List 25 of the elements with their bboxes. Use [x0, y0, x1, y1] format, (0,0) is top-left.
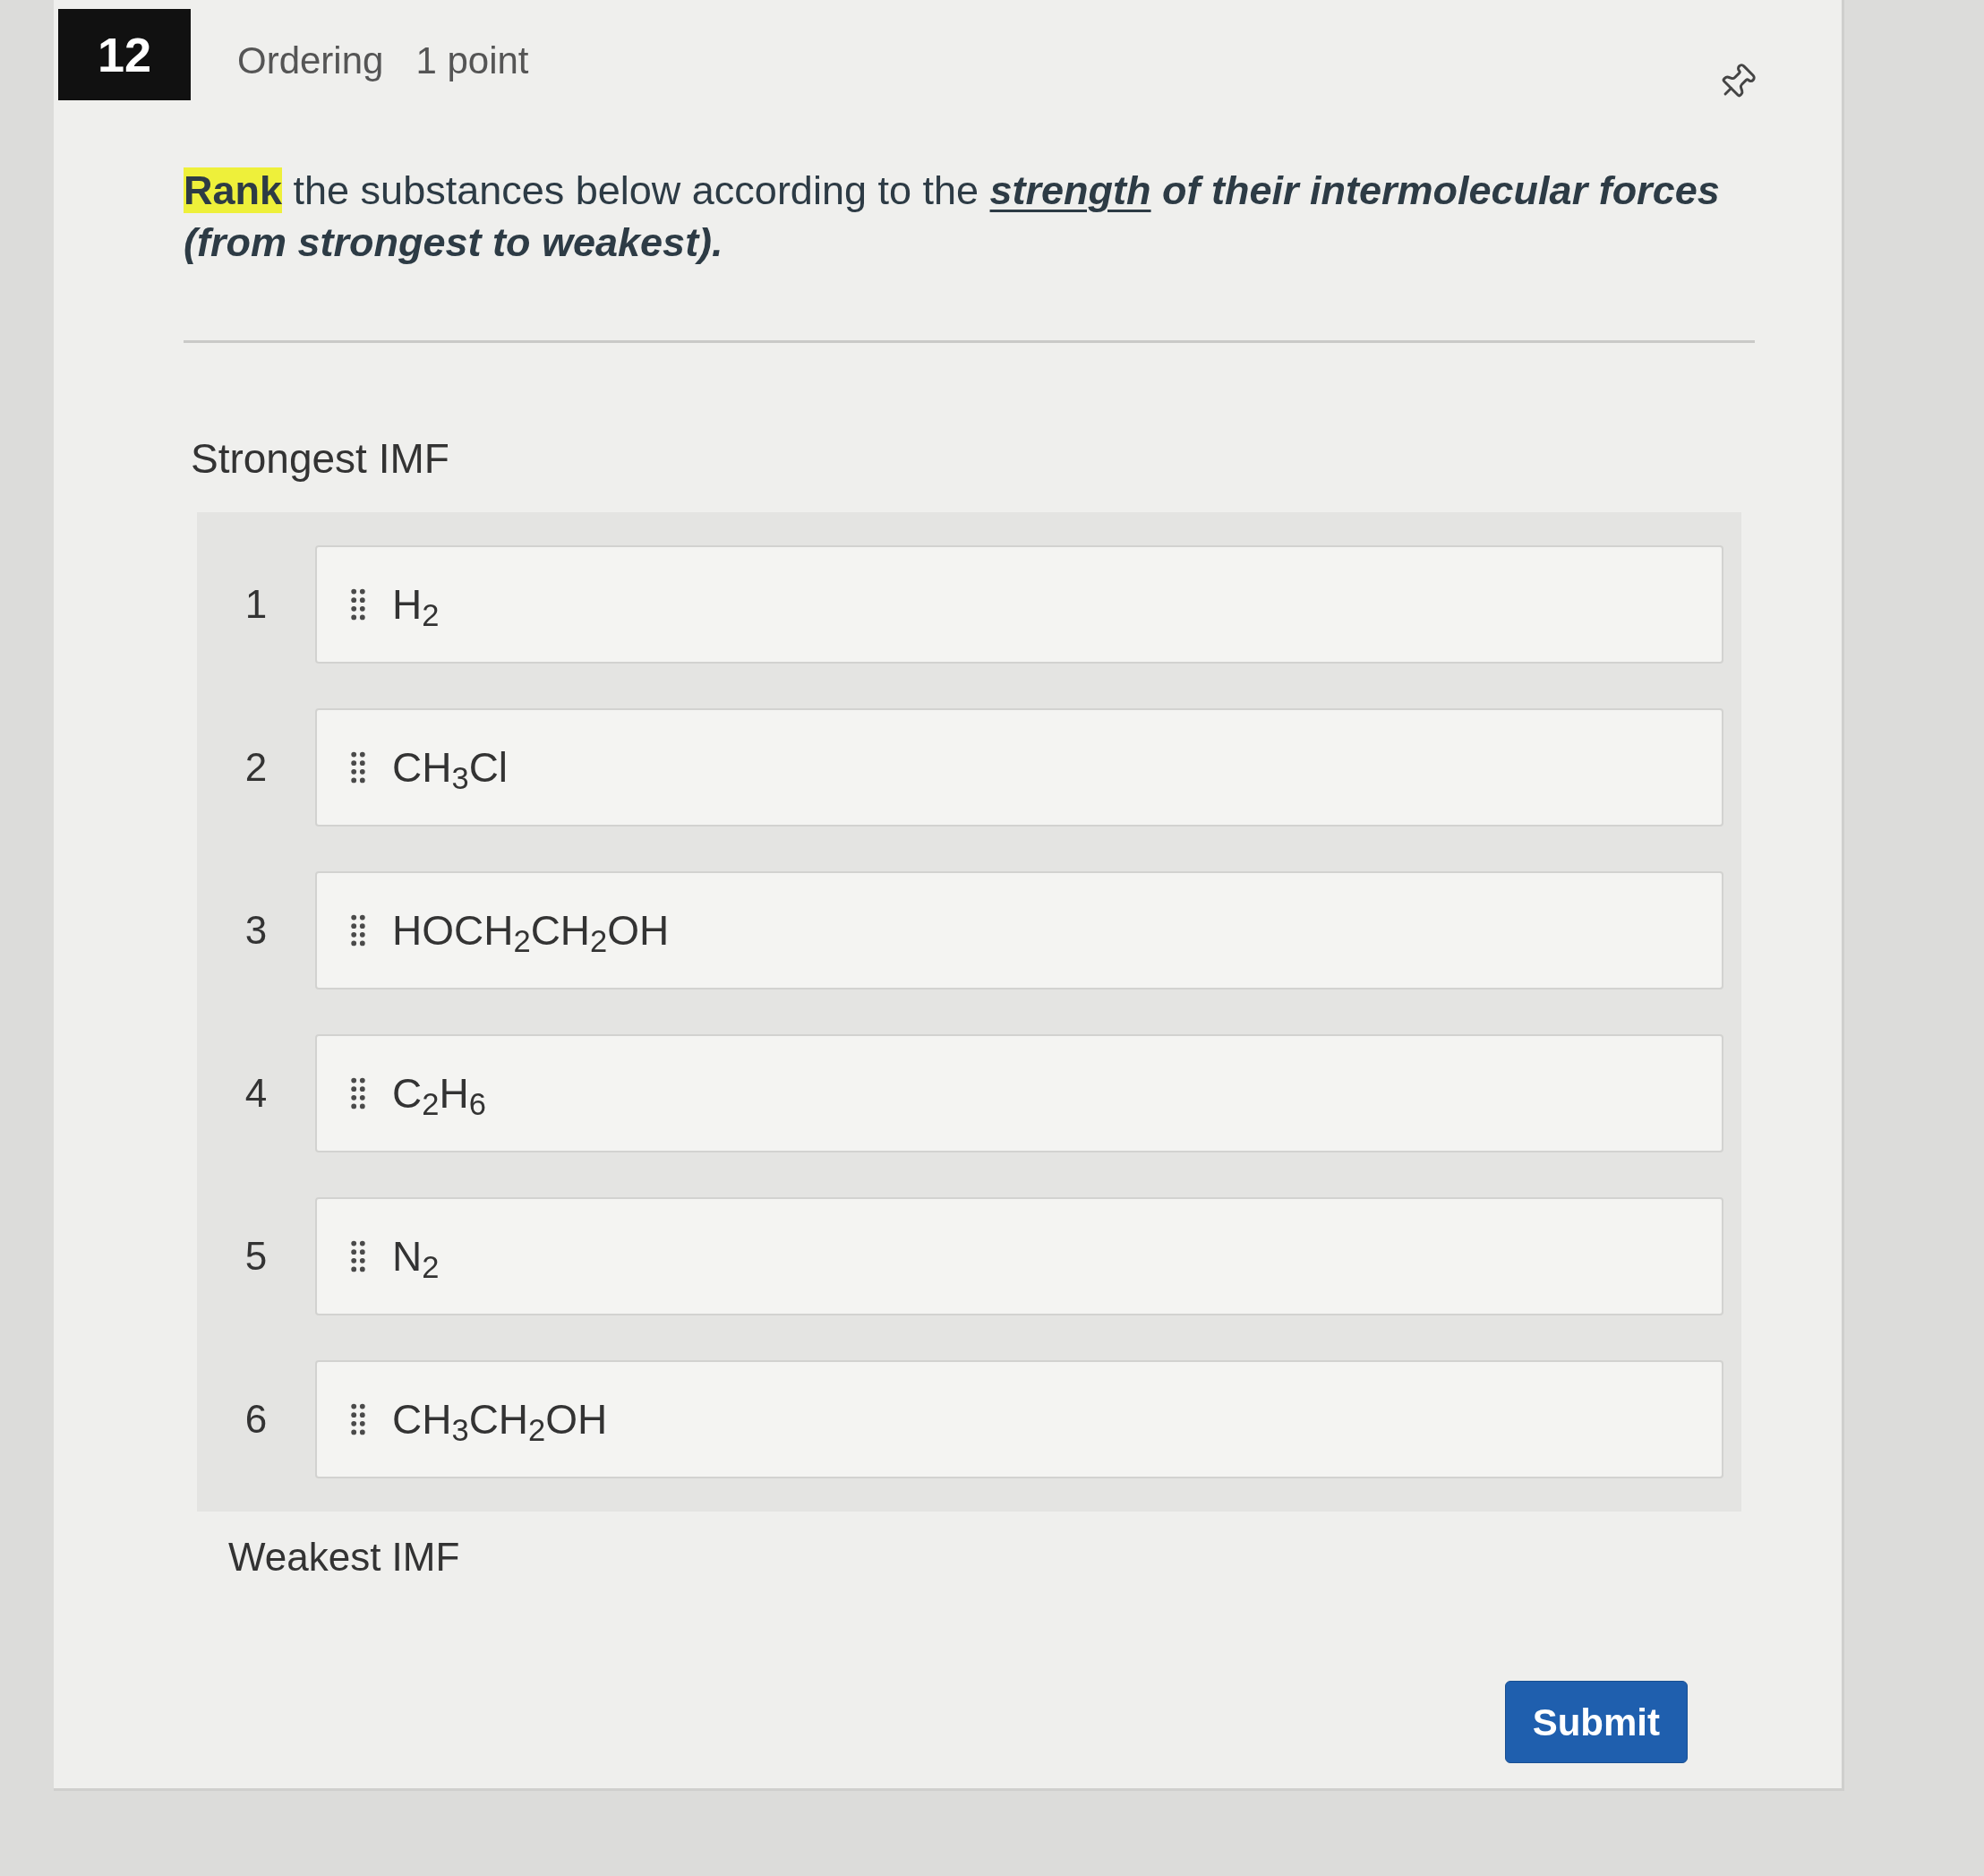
rank-number: 5: [244, 1233, 269, 1280]
rank-number: 6: [244, 1396, 269, 1443]
drag-handle-icon[interactable]: [351, 751, 365, 784]
draggable-item[interactable]: CH$_{3}$CH$_{2}$OH: [315, 1360, 1723, 1478]
rank-number: 4: [244, 1070, 269, 1117]
top-label: Strongest IMF: [191, 434, 449, 484]
drag-handle-icon[interactable]: [351, 1240, 365, 1272]
question-type: Ordering: [237, 39, 384, 83]
bottom-label: Weakest IMF: [228, 1534, 460, 1580]
drag-handle-icon[interactable]: [351, 914, 365, 947]
drag-handle-icon[interactable]: [351, 1403, 365, 1435]
question-points: 1 point: [415, 39, 529, 83]
draggable-item[interactable]: H$_{2}$: [315, 545, 1723, 664]
drag-handle-icon[interactable]: [351, 588, 365, 621]
draggable-item[interactable]: CH$_{3}$Cl: [315, 708, 1723, 827]
rank-number: 2: [244, 744, 269, 791]
draggable-item[interactable]: HOCH$_{2}$CH$_{2}$OH: [315, 871, 1723, 989]
submit-button[interactable]: Submit: [1504, 1681, 1688, 1763]
draggable-item[interactable]: C$_{2}$H$_{6}$: [315, 1034, 1723, 1152]
drag-handle-icon[interactable]: [351, 1077, 365, 1109]
question-text: Rank the substances below according to the strength of their intermolecular forces (from strongest to weakest).: [184, 167, 1721, 267]
question-number: 12: [58, 9, 191, 100]
draggable-item[interactable]: N$_{2}$: [315, 1197, 1723, 1315]
rank-number: 3: [244, 907, 269, 954]
rank-number: 1: [244, 581, 269, 628]
